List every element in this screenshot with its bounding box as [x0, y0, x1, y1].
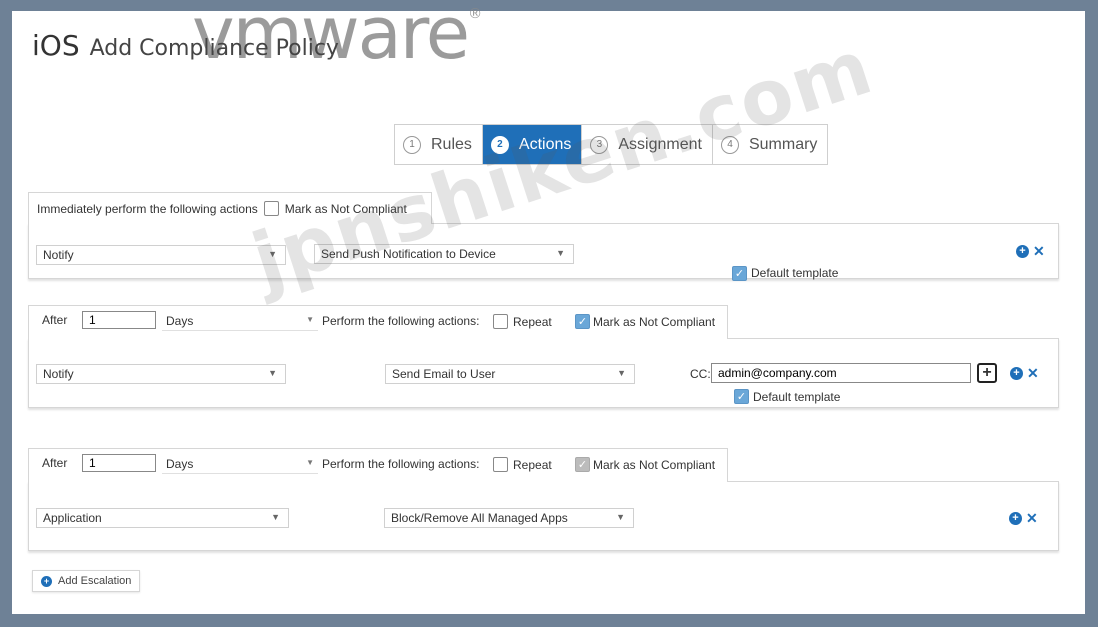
mark-not-compliant-checkbox[interactable]: ✓ [575, 457, 590, 472]
page-header: iOS Add Compliance Policy [32, 29, 339, 62]
cc-label: CC: [690, 367, 711, 381]
action-value-select[interactable]: Send Push Notification to Device ▼ [314, 244, 574, 264]
mark-not-compliant-label: Mark as Not Compliant [593, 315, 716, 329]
action-type-value: Application [43, 511, 102, 525]
unit-select[interactable]: Days ▼ [162, 311, 318, 331]
add-icon[interactable]: + [1010, 366, 1023, 380]
action-panel-2: Notify ▼ Send Email to User ▼ CC: + + ✕ … [28, 338, 1059, 408]
mark-not-compliant-label: Mark as Not Compliant [284, 201, 407, 216]
chevron-down-icon: ▼ [306, 458, 314, 467]
mark-not-compliant-checkbox[interactable]: ✓ [575, 314, 590, 329]
add-icon[interactable]: + [1016, 244, 1029, 258]
page-title: Add Compliance Policy [89, 36, 339, 61]
action-value: Send Push Notification to Device [321, 247, 496, 261]
step-label: Assignment [618, 135, 702, 153]
mark-not-compliant-checkbox[interactable] [263, 201, 279, 216]
add-escalation-label: Add Escalation [58, 575, 132, 587]
add-cc-button[interactable]: + [977, 363, 997, 383]
step-assignment[interactable]: 3 Assignment [582, 125, 713, 164]
repeat-checkbox[interactable] [493, 457, 508, 472]
after-label: After [42, 456, 68, 470]
action-value-select[interactable]: Send Email to User ▼ [385, 364, 635, 384]
step-number: 1 [403, 135, 421, 154]
immediate-actions-tab: Immediately perform the following action… [28, 192, 432, 224]
action-panel-1: Notify ▼ Send Push Notification to Devic… [28, 223, 1059, 281]
chevron-down-icon: ▼ [556, 248, 565, 258]
action-type-value: Notify [43, 367, 74, 381]
close-icon[interactable]: ✕ [1033, 244, 1045, 258]
chevron-down-icon: ▼ [271, 512, 280, 522]
unit-value: Days [166, 456, 194, 471]
repeat-checkbox[interactable] [493, 314, 508, 329]
default-template-checkbox[interactable]: ✓ [732, 266, 747, 281]
action-type-select[interactable]: Application ▼ [36, 508, 289, 528]
perform-actions-label: Perform the following actions: [322, 457, 480, 471]
perform-actions-label: Perform the following actions: [322, 314, 480, 328]
add-escalation-button[interactable]: + Add Escalation [32, 570, 141, 592]
step-number: 3 [590, 135, 609, 154]
step-number: 2 [490, 135, 509, 154]
row-actions: + ✕ [1009, 511, 1038, 525]
close-icon[interactable]: ✕ [1026, 511, 1038, 525]
after-label: After [42, 313, 68, 327]
action-value: Send Email to User [392, 367, 496, 381]
action-type-select[interactable]: Notify ▼ [36, 364, 286, 384]
chevron-down-icon: ▼ [268, 368, 277, 378]
row-actions: + ✕ [1016, 244, 1045, 258]
chevron-down-icon: ▼ [268, 249, 277, 259]
close-icon[interactable]: ✕ [1027, 366, 1039, 380]
default-template-checkbox[interactable]: ✓ [734, 389, 749, 404]
step-label: Summary [748, 135, 818, 153]
immediate-actions-label: Immediately perform the following action… [37, 201, 258, 216]
cc-email-input[interactable] [711, 363, 971, 383]
chevron-down-icon: ▼ [617, 368, 626, 378]
repeat-label: Repeat [513, 458, 552, 472]
step-label: Actions [518, 135, 572, 153]
step-number: 4 [720, 135, 739, 154]
step-summary[interactable]: 4 Summary [713, 125, 827, 164]
action-value-select[interactable]: Block/Remove All Managed Apps ▼ [384, 508, 634, 528]
after-value-input[interactable] [82, 454, 156, 472]
unit-value: Days [166, 313, 194, 328]
default-template-label: Default template [751, 266, 839, 280]
wizard-steps: 1 Rules 2 Actions 3 Assignment 4 Summary [394, 124, 829, 165]
policy-page: vmware® iOS Add Compliance Policy 1 Rule… [12, 0, 1085, 614]
action-value: Block/Remove All Managed Apps [391, 511, 568, 525]
add-icon: + [41, 575, 52, 587]
step-rules[interactable]: 1 Rules [395, 125, 483, 164]
action-type-value: Notify [43, 248, 74, 262]
action-panel-3: Application ▼ Block/Remove All Managed A… [28, 481, 1059, 551]
step-label: Rules [431, 135, 472, 153]
platform-label: iOS [32, 29, 80, 62]
mark-not-compliant-label: Mark as Not Compliant [593, 458, 716, 472]
repeat-label: Repeat [513, 315, 552, 329]
after-value-input[interactable] [82, 311, 156, 329]
step-actions[interactable]: 2 Actions [482, 125, 583, 164]
default-template-label: Default template [753, 390, 841, 404]
row-actions: + ✕ [1010, 366, 1039, 380]
action-type-select[interactable]: Notify ▼ [36, 245, 286, 265]
chevron-down-icon: ▼ [616, 512, 625, 522]
unit-select[interactable]: Days ▼ [162, 454, 318, 474]
chevron-down-icon: ▼ [306, 315, 314, 324]
add-icon[interactable]: + [1009, 511, 1022, 525]
